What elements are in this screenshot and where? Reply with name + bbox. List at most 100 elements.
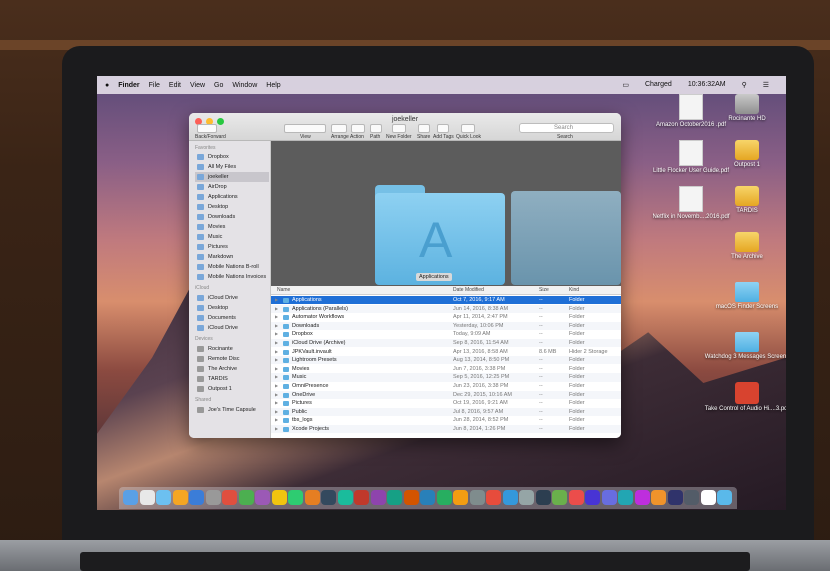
table-row[interactable]: ▶ Downloads Yesterday, 10:06 PM -- Folder <box>271 321 621 330</box>
desktop-item[interactable]: macOS Finder Screens <box>702 282 786 311</box>
table-row[interactable]: ▶ Xcode Projects Jun 8, 2014, 1:26 PM -- Fol… <box>271 425 621 434</box>
menu-window[interactable]: Window <box>232 82 257 89</box>
view-mode-button[interactable] <box>284 124 326 133</box>
table-row[interactable]: ▶ OmniPresence Jun 23, 2016, 3:38 PM -- Fold… <box>271 382 621 390</box>
dock-app-icon[interactable] <box>172 490 188 505</box>
dock-app-icon[interactable] <box>370 490 386 505</box>
sidebar-item-airdrop[interactable]: AirDrop <box>195 182 269 192</box>
dock-app-icon[interactable] <box>486 490 501 505</box>
dock-app-icon[interactable] <box>552 490 567 505</box>
table-row[interactable]: ▶ Applications (Parallels) Jun 14, 2016, 8… <box>271 304 621 313</box>
menu-edit[interactable]: Edit <box>169 82 181 89</box>
sidebar-item-icloud-desktop[interactable]: Desktop <box>195 303 269 313</box>
sidebar-item-movies[interactable]: Movies <box>195 222 269 232</box>
column-date-modified[interactable]: Date Modified <box>453 287 484 293</box>
dock-app-icon[interactable] <box>502 490 518 505</box>
search-icon[interactable]: ⚲ <box>742 81 747 89</box>
disclosure-triangle-icon[interactable]: ▶ <box>275 425 278 433</box>
path-button[interactable] <box>370 124 382 133</box>
dock-app-icon[interactable] <box>354 490 369 505</box>
column-size[interactable]: Size <box>539 287 549 293</box>
desktop-item[interactable]: TARDIS <box>702 186 786 215</box>
disclosure-triangle-icon[interactable]: ▶ <box>275 373 278 381</box>
sidebar-item-icloud-drive[interactable]: iCloud Drive <box>195 293 269 303</box>
dock-app-icon[interactable] <box>618 490 633 505</box>
sidebar-item-icloud-drive-2[interactable]: iCloud Drive <box>195 323 269 333</box>
disclosure-triangle-icon[interactable]: ▶ <box>275 382 278 390</box>
sidebar-item-remote-disc[interactable]: Remote Disc <box>195 354 269 364</box>
search-input[interactable]: Search <box>519 123 614 133</box>
dock-app-icon[interactable] <box>420 490 435 505</box>
menu-list-icon[interactable]: ☰ <box>763 81 769 89</box>
dock-app-icon[interactable] <box>321 490 336 505</box>
dock-app-icon[interactable] <box>651 490 666 505</box>
sidebar-item-documents[interactable]: Documents <box>195 313 269 323</box>
sidebar-item-all-my-files[interactable]: All My Files <box>195 162 269 172</box>
dock-app-icon[interactable] <box>700 490 716 505</box>
disclosure-triangle-icon[interactable]: ▶ <box>275 356 278 364</box>
menu-finder[interactable]: Finder <box>118 82 139 89</box>
desktop-item[interactable]: Outpost 1 <box>702 140 786 169</box>
sidebar-item-mobile-nations-b-roll[interactable]: Mobile Nations B-roll <box>195 262 269 272</box>
menu-file[interactable]: File <box>149 82 160 89</box>
disclosure-triangle-icon[interactable]: ▶ <box>275 305 278 313</box>
dock-app-icon[interactable] <box>403 490 419 505</box>
sidebar-item-outpost-1[interactable]: Outpost 1 <box>195 384 269 394</box>
desktop-item[interactable]: The Archive <box>702 232 786 261</box>
sidebar-item-music[interactable]: Music <box>195 232 269 242</box>
disclosure-triangle-icon[interactable]: ▶ <box>275 313 278 321</box>
dock-app-icon[interactable] <box>585 490 600 505</box>
next-folder-icon[interactable] <box>511 191 621 285</box>
sidebar-item-rocinante[interactable]: Rocinante <box>195 344 269 354</box>
sidebar-item-downloads[interactable]: Downloads <box>195 212 269 222</box>
dock-app-icon[interactable] <box>717 490 732 505</box>
table-row[interactable]: ▶ Movies Jun 7, 2016, 3:38 PM -- Folder <box>271 365 621 373</box>
table-row[interactable]: ▶ tbs_logs Jun 28, 2014, 8:52 PM -- Folder <box>271 416 621 424</box>
sidebar-item-joekeller[interactable]: joekeller <box>195 172 269 182</box>
menu-view[interactable]: View <box>190 82 205 89</box>
sidebar-item-applications[interactable]: Applications <box>195 192 269 202</box>
dock-app-icon[interactable] <box>139 490 155 505</box>
disclosure-triangle-icon[interactable]: ▶ <box>275 408 278 416</box>
disclosure-triangle-icon[interactable]: ▶ <box>275 399 278 407</box>
dock-app-icon[interactable] <box>156 490 171 505</box>
disclosure-triangle-icon[interactable]: ▶ <box>275 339 278 347</box>
dock-app-icon[interactable] <box>568 490 584 505</box>
dock-app-icon[interactable] <box>634 490 650 505</box>
table-row[interactable]: ▶ Public Jul 8, 2016, 9:57 AM -- Folder <box>271 407 621 416</box>
clock[interactable]: 10:36:32AM <box>688 81 726 89</box>
quick-look-button[interactable] <box>461 124 475 133</box>
table-row[interactable]: ▶ Dropbox Today, 9:09 AM -- Folder <box>271 330 621 338</box>
sidebar-item-pictures[interactable]: Pictures <box>195 242 269 252</box>
dock-app-icon[interactable] <box>469 490 485 505</box>
desktop-item[interactable]: Watchdog 3 Messages Screens <box>702 332 786 361</box>
dock-app-icon[interactable] <box>387 490 402 505</box>
dock-app-icon[interactable] <box>205 490 221 505</box>
table-row[interactable]: ▶ OneDrive Dec 29, 2015, 10:16 AM -- Folder <box>271 390 621 399</box>
sidebar-item-mobile-nations-invoices[interactable]: Mobile Nations Invoices <box>195 272 269 282</box>
disclosure-triangle-icon[interactable]: ▶ <box>275 391 278 399</box>
dock-app-icon[interactable] <box>123 490 138 505</box>
dock-app-icon[interactable] <box>304 490 320 505</box>
dock-app-icon[interactable] <box>436 490 452 505</box>
disclosure-triangle-icon[interactable]: ▶ <box>275 416 278 424</box>
apple-icon[interactable]: ● <box>105 82 109 89</box>
battery-status[interactable]: Charged <box>645 81 672 89</box>
dock-app-icon[interactable] <box>453 490 468 505</box>
applications-folder-icon[interactable]: A <box>375 185 505 285</box>
sidebar-item-the-archive[interactable]: The Archive <box>195 364 269 374</box>
new-folder-button[interactable] <box>392 124 406 133</box>
add-tags-button[interactable] <box>437 124 449 133</box>
table-row[interactable]: ▶ Pictures Oct 19, 2016, 9:21 AM -- Folder <box>271 399 621 407</box>
table-row[interactable]: ▶ JPKVault.invault Apr 13, 2016, 8:58 AM 8.… <box>271 348 621 356</box>
dock-app-icon[interactable] <box>271 490 287 505</box>
dock-app-icon[interactable] <box>238 490 254 505</box>
dock-app-icon[interactable] <box>535 490 551 505</box>
dock-app-icon[interactable] <box>684 490 699 505</box>
action-button[interactable] <box>351 124 365 133</box>
desktop-item[interactable]: Take Control of Audio Hi....3.pdf <box>702 382 786 413</box>
dock-app-icon[interactable] <box>255 490 270 505</box>
disclosure-triangle-icon[interactable]: ▶ <box>275 322 278 330</box>
desktop-item[interactable]: Rocinante HD <box>702 94 786 123</box>
menu-help[interactable]: Help <box>266 82 280 89</box>
